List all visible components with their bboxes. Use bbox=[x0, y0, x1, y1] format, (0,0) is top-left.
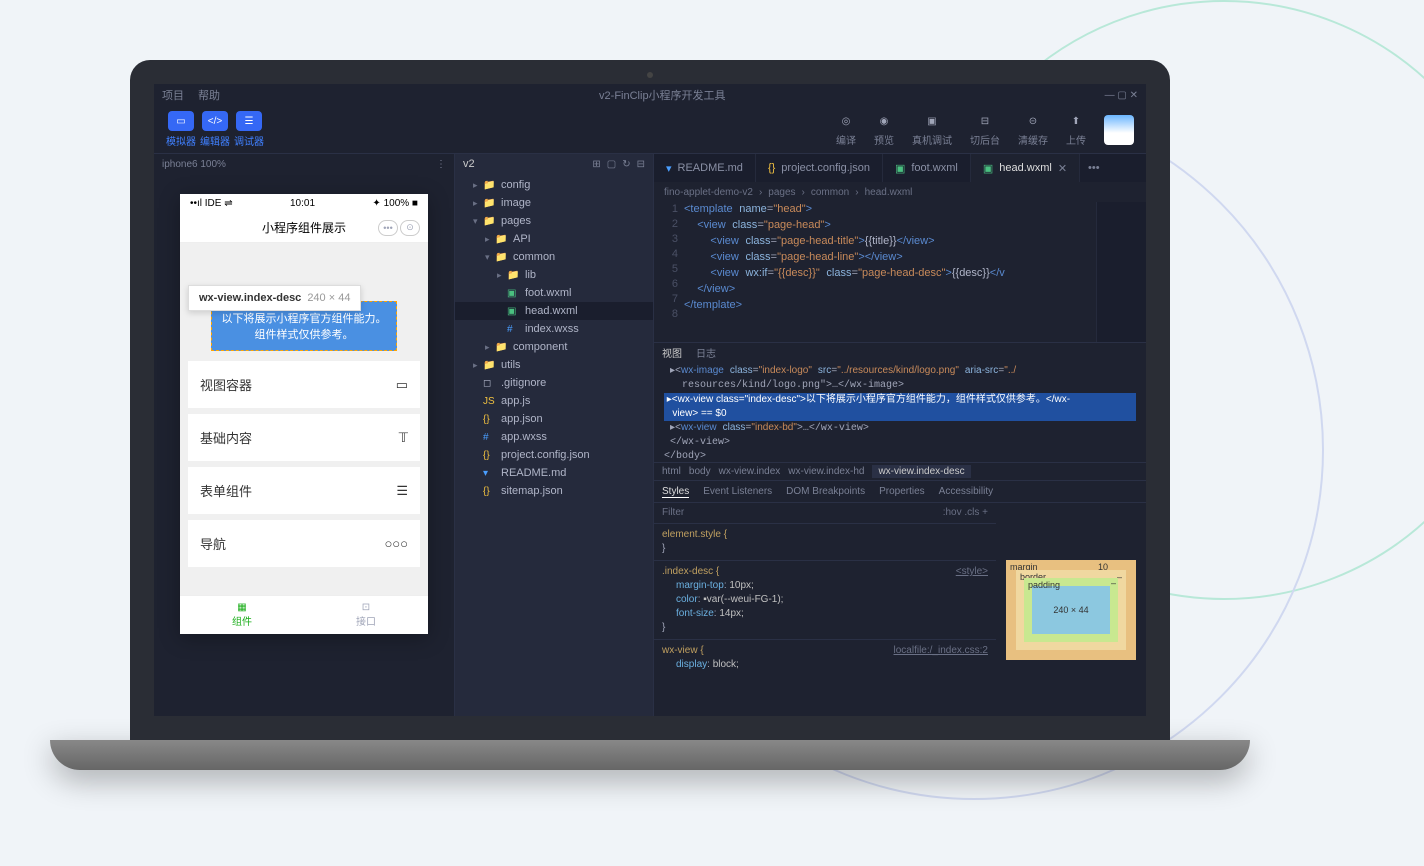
menu-help[interactable]: 帮助 bbox=[198, 87, 220, 103]
toolbar: ▭模拟器 </>编辑器 ☰调试器 ◎编译 ◉预览 ▣真机调试 ⊟切后台 ⊝清缓存… bbox=[154, 106, 1146, 154]
status-signal: ••ıl IDE ⇌ bbox=[190, 198, 233, 209]
editor-tab-README.md[interactable]: ▾README.md bbox=[654, 154, 756, 182]
tab-styles[interactable]: Styles bbox=[662, 486, 689, 498]
menu-project[interactable]: 项目 bbox=[162, 87, 184, 103]
mode-editor[interactable]: </>编辑器 bbox=[200, 111, 230, 148]
new-folder-icon[interactable]: ▢ bbox=[607, 159, 616, 170]
refresh-icon[interactable]: ↻ bbox=[622, 159, 630, 170]
tab-dom-bp[interactable]: DOM Breakpoints bbox=[786, 486, 865, 497]
tab-api[interactable]: ⊡接口 bbox=[304, 596, 428, 634]
tree-item-image[interactable]: ▸📁image bbox=[455, 194, 653, 212]
list-item[interactable]: 表单组件☰ bbox=[188, 467, 420, 514]
tree-item-common[interactable]: ▾📁common bbox=[455, 248, 653, 266]
editor-tab-foot.wxml[interactable]: ▣foot.wxml bbox=[883, 154, 971, 182]
list-item[interactable]: 基础内容𝕋 bbox=[188, 414, 420, 461]
window-title: v2-FinClip小程序开发工具 bbox=[234, 87, 1091, 103]
preview-button[interactable]: ◉预览 bbox=[874, 112, 894, 147]
code-editor[interactable]: <template name="head"> <view class="page… bbox=[684, 202, 1096, 342]
more-tabs-icon[interactable]: ••• bbox=[1080, 162, 1108, 174]
laptop-frame: 项目 帮助 v2-FinClip小程序开发工具 — ▢ ✕ ▭模拟器 </>编辑… bbox=[50, 60, 1250, 800]
project-root: v2 bbox=[463, 158, 475, 170]
tree-item-API[interactable]: ▸📁API bbox=[455, 230, 653, 248]
menubar: 项目 帮助 v2-FinClip小程序开发工具 — ▢ ✕ bbox=[154, 84, 1146, 106]
editor-tab-project.config.json[interactable]: {}project.config.json bbox=[756, 154, 883, 182]
breadcrumb[interactable]: fino-applet-demo-v2›pages›common›head.wx… bbox=[654, 182, 1146, 202]
tab-listeners[interactable]: Event Listeners bbox=[703, 486, 772, 497]
tree-item-config[interactable]: ▸📁config bbox=[455, 176, 653, 194]
tree-item-foot.wxml[interactable]: ▣foot.wxml bbox=[455, 284, 653, 302]
status-battery: ✦ 100% ■ bbox=[372, 198, 418, 209]
tree-item-README.md[interactable]: ▾README.md bbox=[455, 464, 653, 482]
list-item[interactable]: 视图容器▭ bbox=[188, 361, 420, 408]
capsule-close[interactable]: ⊙ bbox=[400, 220, 420, 236]
filter-input[interactable]: Filter bbox=[662, 506, 684, 520]
close-tab-icon[interactable]: ✕ bbox=[1058, 162, 1067, 175]
new-file-icon[interactable]: ⊞ bbox=[592, 159, 600, 170]
status-time: 10:01 bbox=[290, 198, 315, 209]
tree-item-lib[interactable]: ▸📁lib bbox=[455, 266, 653, 284]
collapse-icon[interactable]: ⊟ bbox=[637, 159, 645, 170]
tree-item-component[interactable]: ▸📁component bbox=[455, 338, 653, 356]
window-controls[interactable]: — ▢ ✕ bbox=[1105, 90, 1138, 101]
devtools-tab-log[interactable]: 日志 bbox=[696, 345, 716, 360]
page-title: 小程序组件展示 bbox=[262, 219, 346, 236]
upload-button[interactable]: ⬆上传 bbox=[1066, 112, 1086, 147]
zoom-label[interactable]: 100% bbox=[200, 159, 226, 170]
tree-item-app.wxss[interactable]: #app.wxss bbox=[455, 428, 653, 446]
line-gutter: 12345678 bbox=[654, 202, 684, 342]
tree-item-pages[interactable]: ▾📁pages bbox=[455, 212, 653, 230]
device-label[interactable]: iphone6 bbox=[162, 159, 198, 170]
tab-a11y[interactable]: Accessibility bbox=[939, 486, 993, 497]
box-model: margin10 border– padding– 240 × 44 bbox=[996, 503, 1146, 716]
avatar[interactable] bbox=[1104, 115, 1134, 145]
switch-bg-button[interactable]: ⊟切后台 bbox=[970, 112, 1000, 147]
tree-item-.gitignore[interactable]: ◻.gitignore bbox=[455, 374, 653, 392]
tree-item-utils[interactable]: ▸📁utils bbox=[455, 356, 653, 374]
css-panel[interactable]: Filter:hov .cls + element.style {} <styl… bbox=[654, 503, 996, 716]
tree-item-head.wxml[interactable]: ▣head.wxml bbox=[455, 302, 653, 320]
remote-debug-button[interactable]: ▣真机调试 bbox=[912, 112, 952, 147]
phone-simulator[interactable]: ••ıl IDE ⇌ 10:01 ✦ 100% ■ 小程序组件展示 •••⊙ w… bbox=[180, 194, 428, 634]
tree-item-index.wxss[interactable]: #index.wxss bbox=[455, 320, 653, 338]
clear-cache-button[interactable]: ⊝清缓存 bbox=[1018, 112, 1048, 147]
mode-debugger[interactable]: ☰调试器 bbox=[234, 111, 264, 148]
list-item[interactable]: 导航○○○ bbox=[188, 520, 420, 567]
inspect-tooltip: wx-view.index-desc240 × 44 bbox=[188, 285, 361, 311]
dom-tree[interactable]: ▸<wx-image class="index-logo" src="../re… bbox=[654, 362, 1146, 462]
styles-tabs: Styles Event Listeners DOM Breakpoints P… bbox=[654, 480, 1146, 502]
devtools-tab-view[interactable]: 视图 bbox=[662, 345, 682, 360]
dom-breadcrumb[interactable]: htmlbodywx-view.indexwx-view.index-hdwx-… bbox=[654, 462, 1146, 480]
sim-menu-icon[interactable]: ⋮ bbox=[436, 159, 446, 170]
editor-tab-head.wxml[interactable]: ▣head.wxml✕ bbox=[971, 154, 1080, 182]
mode-simulator[interactable]: ▭模拟器 bbox=[166, 111, 196, 148]
tree-item-app.js[interactable]: JSapp.js bbox=[455, 392, 653, 410]
tree-item-project.config.json[interactable]: {}project.config.json bbox=[455, 446, 653, 464]
simulator-panel: iphone6 100% ⋮ ••ıl IDE ⇌ 10:01 ✦ 100% ■… bbox=[154, 154, 454, 716]
tab-props[interactable]: Properties bbox=[879, 486, 925, 497]
tree-item-sitemap.json[interactable]: {}sitemap.json bbox=[455, 482, 653, 500]
hov-toggle[interactable]: :hov bbox=[943, 506, 962, 520]
file-explorer: v2 ⊞ ▢ ↻ ⊟ ▸📁config▸📁image▾📁pages▸📁API▾📁com… bbox=[454, 154, 654, 716]
tab-component[interactable]: ▦组件 bbox=[180, 596, 304, 634]
devtools-tabs: 视图 日志 bbox=[654, 342, 1146, 362]
editor-panel: ▾README.md{}project.config.json▣foot.wxm… bbox=[654, 154, 1146, 716]
minimap[interactable] bbox=[1096, 202, 1146, 342]
compile-button[interactable]: ◎编译 bbox=[836, 112, 856, 147]
capsule-menu[interactable]: ••• bbox=[378, 220, 398, 236]
tree-item-app.json[interactable]: {}app.json bbox=[455, 410, 653, 428]
ide-window: 项目 帮助 v2-FinClip小程序开发工具 — ▢ ✕ ▭模拟器 </>编辑… bbox=[154, 84, 1146, 716]
